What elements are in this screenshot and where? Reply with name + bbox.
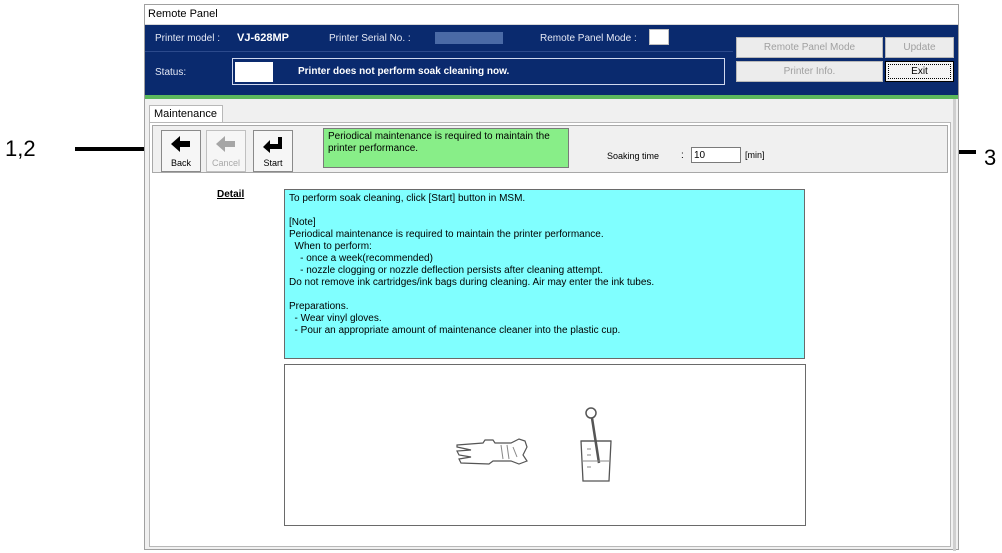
detail-line [289, 205, 800, 217]
callout-line-left [75, 147, 153, 151]
header-info: Printer model : VJ-628MP Printer Serial … [145, 25, 733, 95]
printer-info-button[interactable]: Printer Info. [736, 61, 883, 82]
detail-line: To perform soak cleaning, click [Start] … [289, 193, 526, 204]
detail-line: - nozzle clogging or nozzle deflection p… [289, 265, 604, 276]
illustration-box [284, 364, 806, 526]
printer-model-label: Printer model : [155, 33, 221, 44]
back-button-label: Back [170, 158, 191, 168]
detail-line: Preparations. [289, 301, 349, 312]
soaking-time-label: Soaking time [607, 151, 660, 161]
cancel-button-label: Cancel [211, 158, 240, 168]
soaking-time-colon: : [681, 150, 684, 161]
detail-line: [Note] [289, 217, 316, 228]
remote-panel-mode-button[interactable]: Remote Panel Mode [736, 37, 883, 58]
back-button[interactable]: Back [161, 130, 201, 172]
detail-line: - Pour an appropriate amount of maintena… [289, 325, 621, 336]
serial-label: Printer Serial No. : [329, 33, 411, 44]
callout-label-right: 3 [984, 145, 997, 170]
update-button[interactable]: Update [885, 37, 954, 58]
detail-line: - Wear vinyl gloves. [289, 313, 382, 324]
status-frame: Printer does not perform soak cleaning n… [232, 58, 725, 85]
detail-line: Do not remove ink cartridges/ink bags du… [289, 277, 655, 288]
callout-label-left: 1,2 [5, 136, 36, 161]
soaking-time-input[interactable] [691, 147, 741, 163]
detail-line: - once a week(recommended) [289, 253, 433, 264]
mode-label: Remote Panel Mode : [540, 33, 637, 44]
start-button-label: Start [263, 158, 283, 168]
detail-line [289, 289, 800, 301]
status-label: Status: [155, 67, 187, 78]
printer-model-value: VJ-628MP [237, 32, 289, 44]
status-indicator [235, 62, 273, 82]
mode-indicator [649, 29, 669, 45]
maintenance-toolbar: Back Cancel Start Periodical maintenance… [152, 125, 948, 173]
header-panel: Printer model : VJ-628MP Printer Serial … [145, 25, 958, 95]
soaking-time-unit: [min] [745, 150, 765, 160]
window-titlebar: Remote Panel [145, 5, 958, 25]
detail-text-box: To perform soak cleaning, click [Start] … [284, 189, 805, 359]
tab-maintenance[interactable]: Maintenance [149, 105, 223, 123]
detail-line: Periodical maintenance is required to ma… [289, 229, 604, 240]
arrow-left-icon [171, 136, 190, 152]
maintenance-message: Periodical maintenance is required to ma… [323, 128, 569, 168]
cancel-button[interactable]: Cancel [206, 130, 246, 172]
vertical-scrollbar[interactable] [953, 99, 956, 551]
remote-panel-window: Remote Panel Printer model : VJ-628MP Pr… [144, 4, 959, 551]
exit-button[interactable]: Exit [885, 61, 954, 82]
header-divider [145, 51, 733, 52]
return-arrow-icon [263, 137, 282, 153]
tab-area: Maintenance Back Cancel Start Periodical… [145, 99, 958, 551]
status-text: Printer does not perform soak cleaning n… [298, 66, 510, 77]
glove-icon [456, 438, 528, 465]
detail-line: When to perform: [289, 241, 372, 252]
cup-with-stick-icon [580, 407, 612, 482]
serial-value-masked [435, 32, 503, 44]
detail-label: Detail [217, 189, 245, 200]
arrow-left-icon [216, 136, 235, 152]
start-button[interactable]: Start [253, 130, 293, 172]
maintenance-panel: Back Cancel Start Periodical maintenance… [149, 122, 951, 547]
screenshot-root: 1,2 3 Remote Panel Printer model : VJ-62… [0, 0, 1002, 553]
